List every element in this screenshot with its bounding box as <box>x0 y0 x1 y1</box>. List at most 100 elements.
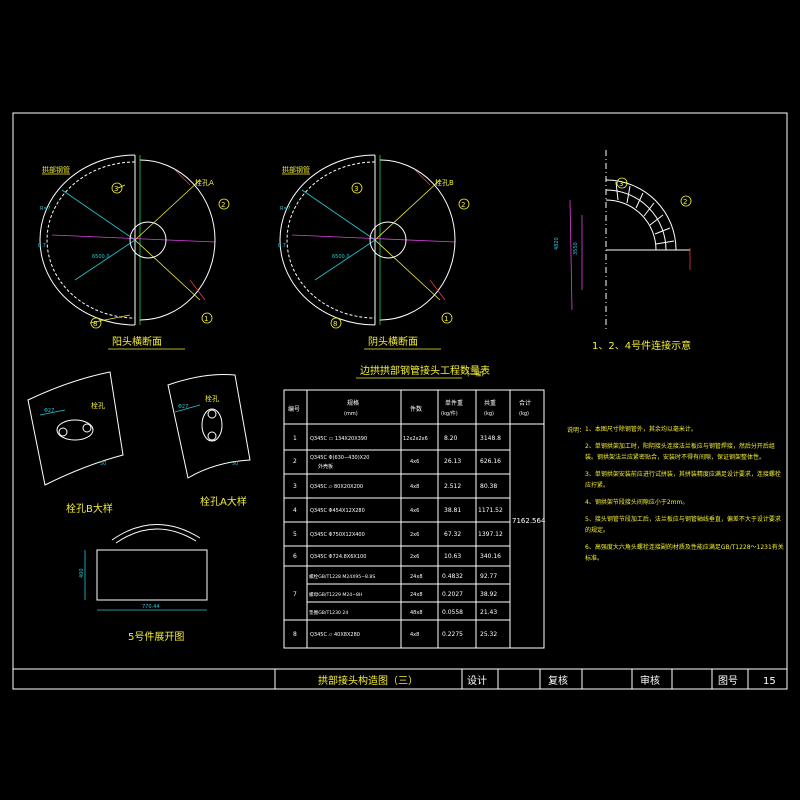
v1-title: 阳头横断面 <box>112 335 162 348</box>
cell-total: 1171.52 <box>478 507 503 514</box>
v2-dim-6500: 6500.0 <box>332 254 350 260</box>
quantity-table: 边拱拱部钢管接头工程数量表 (一榀) 编号 规格 (mm) 件数 单件重 (kg <box>283 364 546 649</box>
note-item: 6、高强度大六角头螺栓连接副的材质及性能应满足GB/T1228～1231有关标准… <box>585 544 784 562</box>
detail-a-dim-50: 50 <box>232 461 238 467</box>
cell-total: 340.16 <box>480 553 501 560</box>
detail-a-title: 栓孔A大样 <box>200 495 247 508</box>
cell-unit: 2.512 <box>444 483 461 490</box>
cell-unit: 8.20 <box>444 435 458 442</box>
v2-circle-3: 3 <box>354 185 358 193</box>
notes-heading: 说明： <box>567 426 585 434</box>
v2-circle-8: 8 <box>333 320 337 328</box>
cell-spec: Q345C ▱ 80X20X200 <box>310 484 363 490</box>
th-no: 编号 <box>288 405 300 413</box>
cell-spec-sub: 外壳板 <box>318 463 333 470</box>
table-row: 4 Q345C Φ454X12X280 4x6 38.81 1171.52 <box>293 507 503 514</box>
cell-no: 2 <box>293 458 297 465</box>
v3-circle-3: 3 <box>619 180 623 188</box>
v1-circle-8: 8 <box>93 320 97 328</box>
v2-title: 阴头横断面 <box>368 335 418 348</box>
cell-spec: 垫圈GB/T1230 24 <box>309 609 348 616</box>
detail-a-dim-27: Φ27 <box>178 404 188 410</box>
title-block: 拱部接头构造图（三） 设计 复核 审核 图号 15 <box>13 668 787 689</box>
v1-circle-3: 3 <box>114 185 118 193</box>
detail-hole-b: Φ27 50 栓孔 栓孔B大样 <box>27 371 124 515</box>
v2-label-pipe: 拱部钢管 <box>282 165 310 174</box>
cell-unit: 0.2275 <box>442 631 463 638</box>
v3-dim-3550: 3550 <box>573 242 579 255</box>
cell-spec: 螺栓GB/T1228 M24X95−8.8S <box>309 573 375 580</box>
cell-spec: Q345C Φ750X12X400 <box>310 532 365 538</box>
cell-no: 5 <box>293 531 297 538</box>
cell-total: 3148.8 <box>480 435 501 442</box>
table-row: 6 Q345C Φ724.8X6X100 2x6 10.63 340.16 <box>293 553 501 560</box>
table-row: 3 Q345C ▱ 80X20X200 4x8 2.512 80.38 <box>293 483 497 490</box>
th-unit-w-u: (kg/件) <box>441 410 458 417</box>
part5-unfold: 770.44 400 5号件展开图 <box>79 524 208 643</box>
cell-spec: Q345C ▭ 134X20X390 <box>310 436 367 442</box>
part5-title: 5号件展开图 <box>128 631 184 643</box>
cell-unit: 26.13 <box>444 458 461 465</box>
detail-b-dim-50: 50 <box>100 461 106 467</box>
detail-b-title: 栓孔B大样 <box>66 502 113 515</box>
cell-unit: 0.4832 <box>442 573 463 580</box>
v2-circle-2: 2 <box>461 201 465 209</box>
v1-circle-2: 2 <box>221 201 225 209</box>
cell-count: 48x8 <box>410 610 423 616</box>
table-row: 2 Q345C Φ(630−430)X20 外壳板 4x6 26.13 626.… <box>293 455 501 470</box>
cell-count: 2x6 <box>410 554 419 560</box>
cell-count: 24x8 <box>410 592 423 598</box>
v1-dim-r: R=? <box>40 206 51 212</box>
cell-total: 25.32 <box>480 631 497 638</box>
cell-no: 3 <box>293 483 297 490</box>
cell-spec: Q345C Φ454X12X280 <box>310 508 365 514</box>
design-label: 设计 <box>467 674 487 687</box>
cell-spec: Q345C Φ(630−430)X20 <box>310 455 369 461</box>
note-item: 5、接头钢管节段加工后，法兰板应与钢管轴线垂直，偏差不大于设计要求的规定。 <box>585 516 781 534</box>
drawing-no: 15 <box>763 676 776 687</box>
note-item: 1、本图尺寸除钢管外，其余均以毫米计。 <box>585 426 697 433</box>
cell-spec: Q345C ▱ 40X8X280 <box>310 632 360 638</box>
v3-circle-2: 2 <box>683 198 687 206</box>
cell-unit: 38.81 <box>444 507 461 514</box>
detail-b-label: 栓孔 <box>91 401 105 410</box>
cell-total: 92.77 <box>480 573 497 580</box>
cell-unit: 67.32 <box>444 531 461 538</box>
table-row: 螺母GB/T1229 M24−8H 24x8 0.2027 38.92 <box>309 591 497 598</box>
cell-count: 4x8 <box>410 632 419 638</box>
cell-count: 2x6 <box>410 532 419 538</box>
cell-no: 4 <box>293 507 297 514</box>
v1-circle-1: 1 <box>204 315 208 323</box>
v2-dim-07: 0.7 <box>278 243 286 249</box>
th-count: 件数 <box>410 405 422 413</box>
cell-count: 24x8 <box>410 574 423 580</box>
th-sum-u: (kg) <box>519 411 529 417</box>
table-row: 8 Q345C ▱ 40X8X280 4x8 0.2275 25.32 <box>293 631 497 638</box>
table-row: 1 Q345C ▭ 134X20X390 12x2x2x6 8.20 3148.… <box>293 435 501 442</box>
cell-count: 4x6 <box>410 508 419 514</box>
detail-a-label: 栓孔 <box>205 394 219 403</box>
cell-total: 80.38 <box>480 483 497 490</box>
detail-b-dim-27: Φ27 <box>44 408 54 414</box>
cell-total: 21.43 <box>480 609 497 616</box>
cell-unit: 0.0558 <box>442 609 463 616</box>
drawing-canvas: 拱部接头构造图（三） 设计 复核 审核 图号 15 3 2 1 8 拱部钢管 栓… <box>12 112 788 690</box>
notes: 说明： 1、本图尺寸除钢管外，其余均以毫米计。 2、单钢拱架加工时，阳阴接头连接… <box>567 426 784 562</box>
note-item: 3、单钢拱架安装前应进行试拼装，其拼装精度应满足设计要求，连接螺栓应拧紧。 <box>585 471 781 489</box>
cell-no: 1 <box>293 435 297 442</box>
table-row: 5 Q345C Φ750X12X400 2x6 67.32 1397.12 <box>293 531 503 538</box>
cell-count: 4x8 <box>410 484 419 490</box>
cell-unit: 0.2027 <box>442 591 463 598</box>
v1-label-pipe: 拱部钢管 <box>42 165 70 174</box>
part5-dim-width: 770.44 <box>142 604 160 610</box>
cell-total: 1397.12 <box>478 531 503 538</box>
table-subtitle: (一榀) <box>467 370 484 378</box>
cell-no: 6 <box>293 553 297 560</box>
cell-total: 626.16 <box>480 458 501 465</box>
cell-unit: 10.63 <box>444 553 461 560</box>
th-sum: 合计 <box>519 399 531 407</box>
detail-hole-a: Φ27 50 栓孔 栓孔A大样 <box>167 373 251 508</box>
v3-title: 1、2、4号件连接示意 <box>592 339 691 352</box>
th-total-u: (kg) <box>484 411 494 417</box>
cell-spec: 螺母GB/T1229 M24−8H <box>309 591 362 598</box>
